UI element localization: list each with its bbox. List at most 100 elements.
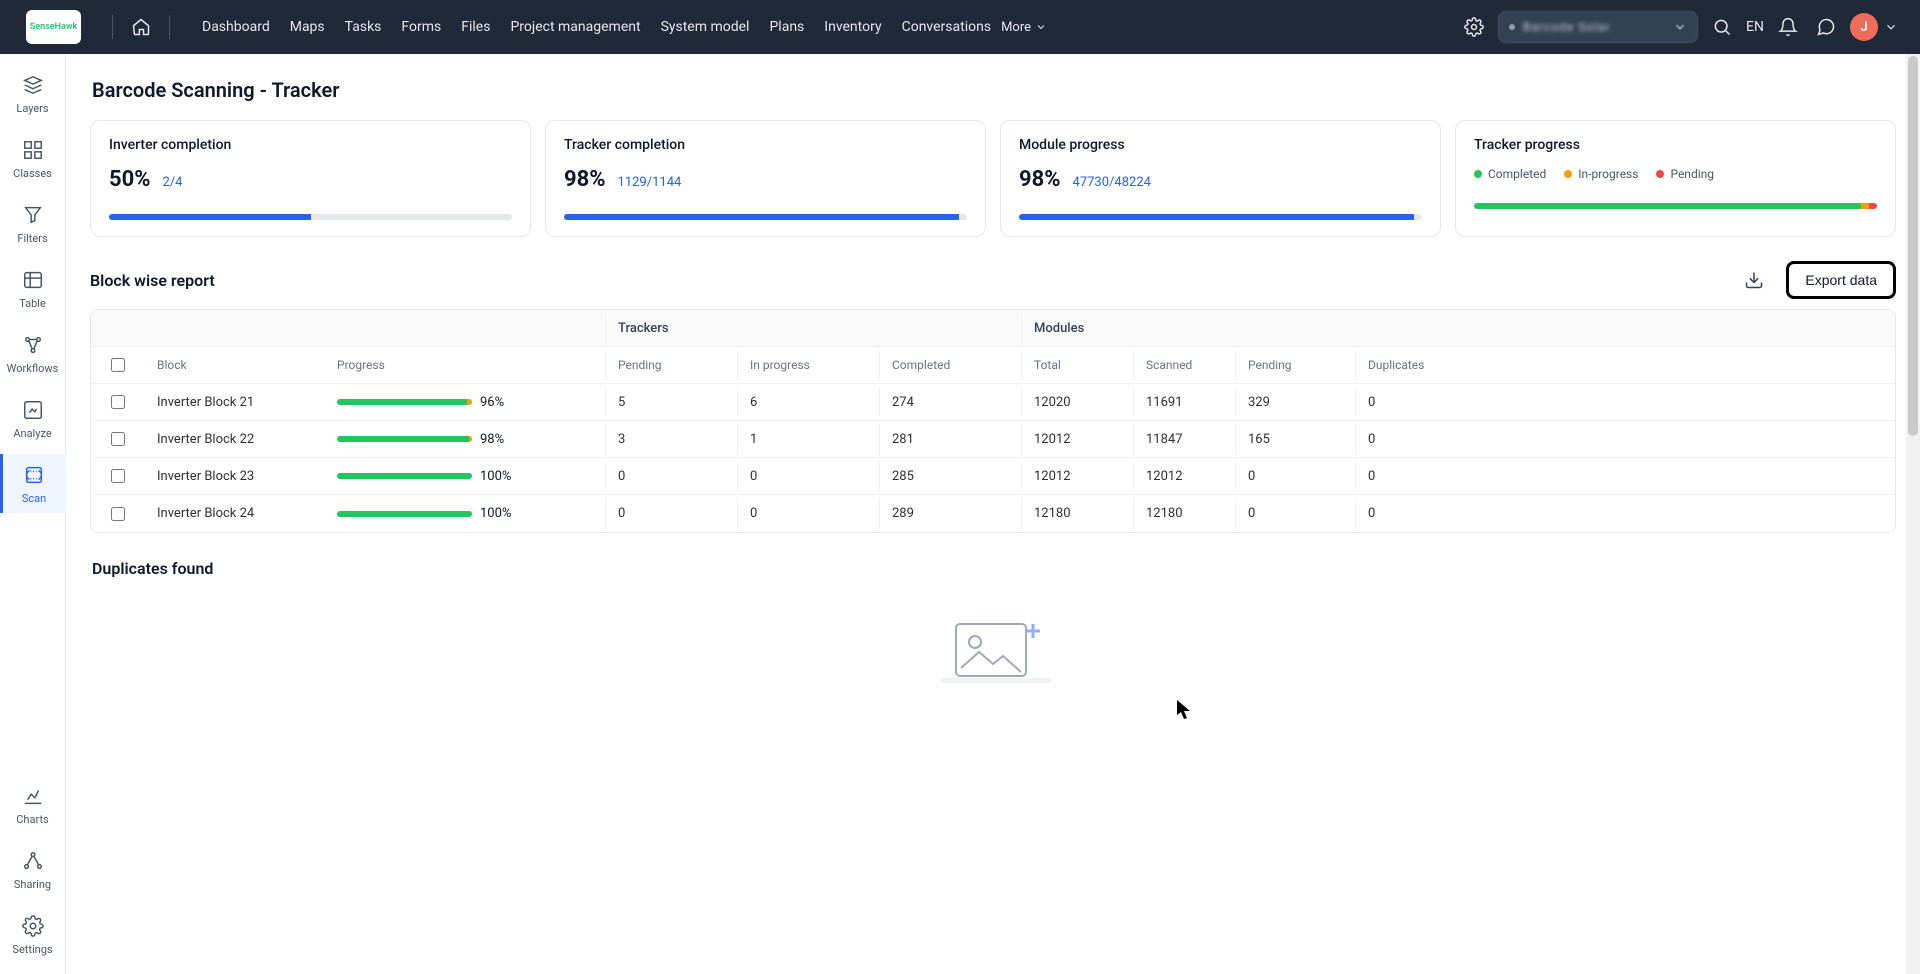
- kpi-title: Inverter completion: [109, 137, 512, 153]
- kpi-row: Inverter completion 50% 2/4 Tracker comp…: [90, 120, 1896, 237]
- top-nav-item[interactable]: Plans: [769, 19, 804, 35]
- language-switch[interactable]: EN: [1746, 19, 1764, 35]
- page-title: Barcode Scanning - Tracker: [92, 78, 1896, 102]
- download-button[interactable]: [1744, 265, 1774, 295]
- sidebar-item-charts[interactable]: Charts: [0, 775, 66, 834]
- col-scanned: Scanned: [1133, 350, 1235, 380]
- charts-icon: [20, 783, 46, 809]
- cell-total: 12020: [1021, 387, 1133, 418]
- chevron-down-icon: [1884, 20, 1898, 34]
- export-data-button[interactable]: Export data: [1786, 261, 1896, 299]
- download-icon: [1744, 270, 1764, 290]
- kpi-tracker-completion: Tracker completion 98% 1129/1144: [545, 120, 986, 237]
- sidebar-item-label: Settings: [12, 943, 52, 956]
- top-nav-item[interactable]: Tasks: [345, 19, 382, 35]
- sidebar-item-label: Filters: [17, 232, 47, 245]
- workspace-select[interactable]: Barcode Solar: [1498, 11, 1698, 43]
- top-nav-item[interactable]: Conversations: [902, 19, 991, 35]
- cell-dups: 0: [1355, 387, 1475, 418]
- cell-completed: 285: [879, 461, 1021, 492]
- top-nav-item[interactable]: Inventory: [824, 19, 881, 35]
- row-checkbox[interactable]: [111, 507, 125, 521]
- search-icon: [1712, 17, 1732, 37]
- sidebar-item-label: Sharing: [14, 878, 51, 891]
- sidebar-item-settings[interactable]: Settings: [0, 905, 66, 964]
- legend-label: Completed: [1488, 167, 1546, 181]
- cell-scanned: 12180: [1133, 498, 1235, 529]
- cell-completed: 274: [879, 387, 1021, 418]
- sidebar-item-layers[interactable]: Layers: [0, 64, 66, 123]
- row-checkbox[interactable]: [111, 432, 125, 446]
- row-checkbox[interactable]: [111, 395, 125, 409]
- messages-button[interactable]: [1812, 13, 1840, 41]
- sidebar-item-label: Table: [19, 297, 46, 310]
- cell-inprogress: 0: [737, 498, 879, 529]
- table-group-header: Trackers Modules: [91, 310, 1895, 347]
- col-inprogress: In progress: [737, 350, 879, 380]
- kpi-title: Module progress: [1019, 137, 1422, 153]
- sidebar-item-table[interactable]: Table: [0, 259, 66, 318]
- notifications-button[interactable]: [1774, 13, 1802, 41]
- topbar: SenseHawk Dashboard Maps Tasks Forms Files Pr…: [0, 0, 1920, 54]
- cell-progress: 98%: [325, 423, 605, 454]
- cell-scanned: 11691: [1133, 387, 1235, 418]
- scan-icon: [21, 462, 47, 488]
- top-nav-item[interactable]: Maps: [290, 19, 325, 35]
- analyze-icon: [20, 397, 46, 423]
- kpi-stacked-bar: [1474, 203, 1877, 209]
- cell-dups: 0: [1355, 498, 1475, 529]
- sidebar-item-filters[interactable]: Filters: [0, 194, 66, 253]
- table-row[interactable]: Inverter Block 23100%00285120121201200: [91, 458, 1895, 495]
- select-all-checkbox[interactable]: [111, 358, 125, 372]
- cell-progress: 100%: [325, 498, 605, 529]
- divider: [169, 15, 170, 39]
- cell-inprogress: 6: [737, 387, 879, 418]
- cell-completed: 281: [879, 424, 1021, 455]
- col-progress: Progress: [325, 350, 605, 380]
- table-row[interactable]: Inverter Block 24100%00289121801218000: [91, 495, 1895, 532]
- section-title: Block wise report: [90, 271, 215, 290]
- cell-progress: 96%: [325, 386, 605, 417]
- kpi-progress-bar: [564, 214, 967, 220]
- workspace-name: Barcode Solar: [1523, 20, 1611, 34]
- cell-dups: 0: [1355, 424, 1475, 455]
- home-button[interactable]: [129, 15, 153, 39]
- kpi-module-progress: Module progress 98% 47730/48224: [1000, 120, 1441, 237]
- row-checkbox[interactable]: [111, 469, 125, 483]
- col-mpending: Pending: [1235, 350, 1355, 380]
- search-button[interactable]: [1708, 13, 1736, 41]
- top-nav-more[interactable]: More: [1001, 20, 1047, 35]
- cell-mpending: 329: [1235, 387, 1355, 418]
- cell-pending: 0: [605, 498, 737, 529]
- top-nav-item[interactable]: Forms: [401, 19, 441, 35]
- table-row[interactable]: Inverter Block 2196%5627412020116913290: [91, 384, 1895, 421]
- logo[interactable]: SenseHawk: [26, 10, 81, 44]
- settings-icon-button[interactable]: [1460, 13, 1488, 41]
- sidebar-item-label: Analyze: [13, 427, 51, 440]
- col-block: Block: [145, 350, 325, 380]
- kpi-value: 98%: [1019, 167, 1061, 192]
- sidebar-item-workflows[interactable]: Workflows: [0, 324, 66, 383]
- legend-label: In-progress: [1578, 167, 1638, 181]
- top-nav: Dashboard Maps Tasks Forms Files Project mana…: [202, 19, 991, 35]
- sidebar-item-sharing[interactable]: Sharing: [0, 840, 66, 899]
- scrollbar[interactable]: [1906, 54, 1920, 974]
- sidebar-item-scan[interactable]: Scan: [0, 454, 66, 513]
- cell-pending: 0: [605, 461, 737, 492]
- sidebar-item-analyze[interactable]: Analyze: [0, 389, 66, 448]
- user-menu[interactable]: J: [1850, 13, 1898, 41]
- cell-dups: 0: [1355, 461, 1475, 492]
- top-nav-item[interactable]: Files: [461, 19, 490, 35]
- table-icon: [20, 267, 46, 293]
- filters-icon: [20, 202, 46, 228]
- scrollbar-thumb[interactable]: [1908, 56, 1918, 436]
- group-header-modules: Modules: [1021, 313, 1895, 344]
- top-nav-item[interactable]: System model: [661, 19, 750, 35]
- table-row[interactable]: Inverter Block 2298%3128112012118471650: [91, 421, 1895, 458]
- sidebar-item-classes[interactable]: Classes: [0, 129, 66, 188]
- top-nav-item[interactable]: Dashboard: [202, 19, 270, 35]
- top-nav-item[interactable]: Project management: [510, 19, 640, 35]
- kpi-progress-bar: [1019, 214, 1422, 220]
- col-pending: Pending: [605, 350, 737, 380]
- workspace-dot: [1509, 24, 1515, 30]
